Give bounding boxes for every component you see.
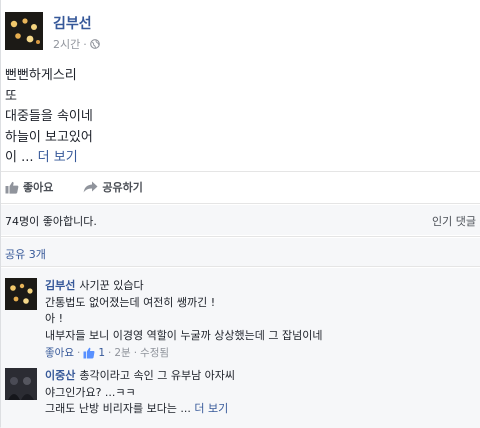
likes-count[interactable]: 74명이 좋아합니다. xyxy=(5,213,97,229)
comment-time[interactable]: 2분 xyxy=(114,345,130,362)
comment-body: 김부선 사기꾼 있습다 간통법도 없어졌는데 여전히 쌩까긴 ! 아 ! 내부자들… xyxy=(45,278,475,362)
comment-like-count[interactable]: 1 xyxy=(98,345,105,362)
post-body: 뻔뻔하게스리 또 대중들을 속이네 하늘이 보고있어 이 ... 더 보기 xyxy=(5,66,93,169)
like-count-icon xyxy=(83,347,95,359)
comments-list: 김부선 사기꾼 있습다 간통법도 없어졌는데 여전히 쌩까긴 ! 아 ! 내부자들… xyxy=(1,268,480,428)
commenter-name[interactable]: 김부선 xyxy=(45,279,75,292)
comment-like-button[interactable]: 좋아요 xyxy=(45,345,74,362)
thumbs-up-icon xyxy=(5,181,19,194)
comment-line: 야그인가요? ...ㅋㅋ xyxy=(45,385,136,399)
commenter-avatar[interactable] xyxy=(5,368,37,400)
comment-text: 총각이라고 속인 그 유부남 아자씨 xyxy=(79,369,236,382)
meta-separator: · xyxy=(83,37,87,51)
commenter-avatar[interactable] xyxy=(5,278,37,310)
like-button[interactable]: 좋아요 xyxy=(5,179,53,195)
comment-line: 그래도 난방 비리자를 보다는 ... xyxy=(45,402,191,415)
dot-separator: · xyxy=(133,347,138,359)
see-more-link[interactable]: 더 보기 xyxy=(38,150,78,165)
truncated-text: 이 ... xyxy=(5,150,34,165)
share-button[interactable]: 공유하기 xyxy=(83,179,143,195)
post-line: 대중들을 속이네 xyxy=(5,109,93,124)
likes-summary: 74명이 좋아합니다. 인기 댓글 xyxy=(1,205,480,235)
public-globe-icon[interactable] xyxy=(89,39,100,49)
post-time[interactable]: 2시간 xyxy=(53,36,80,52)
comment-edited[interactable]: 수정됨 xyxy=(140,345,169,362)
divider xyxy=(1,236,480,237)
share-label: 공유하기 xyxy=(102,181,143,194)
comment-actions: 좋아요 · 1 · 2분 · 수정됨 xyxy=(45,345,475,362)
post-actions: 좋아요 공유하기 xyxy=(1,172,480,202)
post-line: 하늘이 보고있어 xyxy=(5,129,93,145)
comment-text: 사기꾼 있습다 xyxy=(79,279,144,292)
comment-line: 내부자들 보니 이경영 역할이 누굴까 상상했는데 그 잡넘이네 xyxy=(45,328,323,342)
comment-line: 간통법도 없어졌는데 여전히 쌩까긴 ! xyxy=(45,295,216,309)
post-line-truncated: 이 ... 더 보기 xyxy=(5,148,93,169)
post-line: 또 xyxy=(5,88,17,104)
comment-line-truncated: 그래도 난방 비리자를 보다는 ... 더 보기 xyxy=(45,401,475,418)
dot-separator: · xyxy=(76,347,81,359)
post-header: 김부선 2시간 · xyxy=(1,0,480,60)
dot-separator: · xyxy=(108,347,112,359)
divider xyxy=(1,266,480,267)
comment-body: 이중산 총각이라고 속인 그 유부남 아자씨 야그인가요? ...ㅋㅋ 그래도 난… xyxy=(45,368,475,418)
commenter-name[interactable]: 이중산 xyxy=(45,369,75,382)
divider xyxy=(1,203,480,204)
shares-summary: 공유 3개 xyxy=(1,238,480,266)
top-comments-dropdown[interactable]: 인기 댓글 xyxy=(432,213,476,229)
post-meta: 2시간 · xyxy=(53,36,100,52)
share-arrow-icon xyxy=(83,181,98,193)
author-avatar[interactable] xyxy=(5,12,43,50)
post-card: 김부선 2시간 · 뻔뻔하게스리 또 대중들을 속이네 하늘이 보고있어 이 .… xyxy=(0,0,480,428)
comment-line: 아 ! xyxy=(45,312,64,325)
author-name[interactable]: 김부선 xyxy=(53,13,92,33)
comment-see-more-link[interactable]: 더 보기 xyxy=(194,402,228,415)
like-label: 좋아요 xyxy=(23,181,54,194)
shares-count[interactable]: 공유 3개 xyxy=(5,246,46,262)
post-line: 뻔뻔하게스리 xyxy=(5,68,77,83)
